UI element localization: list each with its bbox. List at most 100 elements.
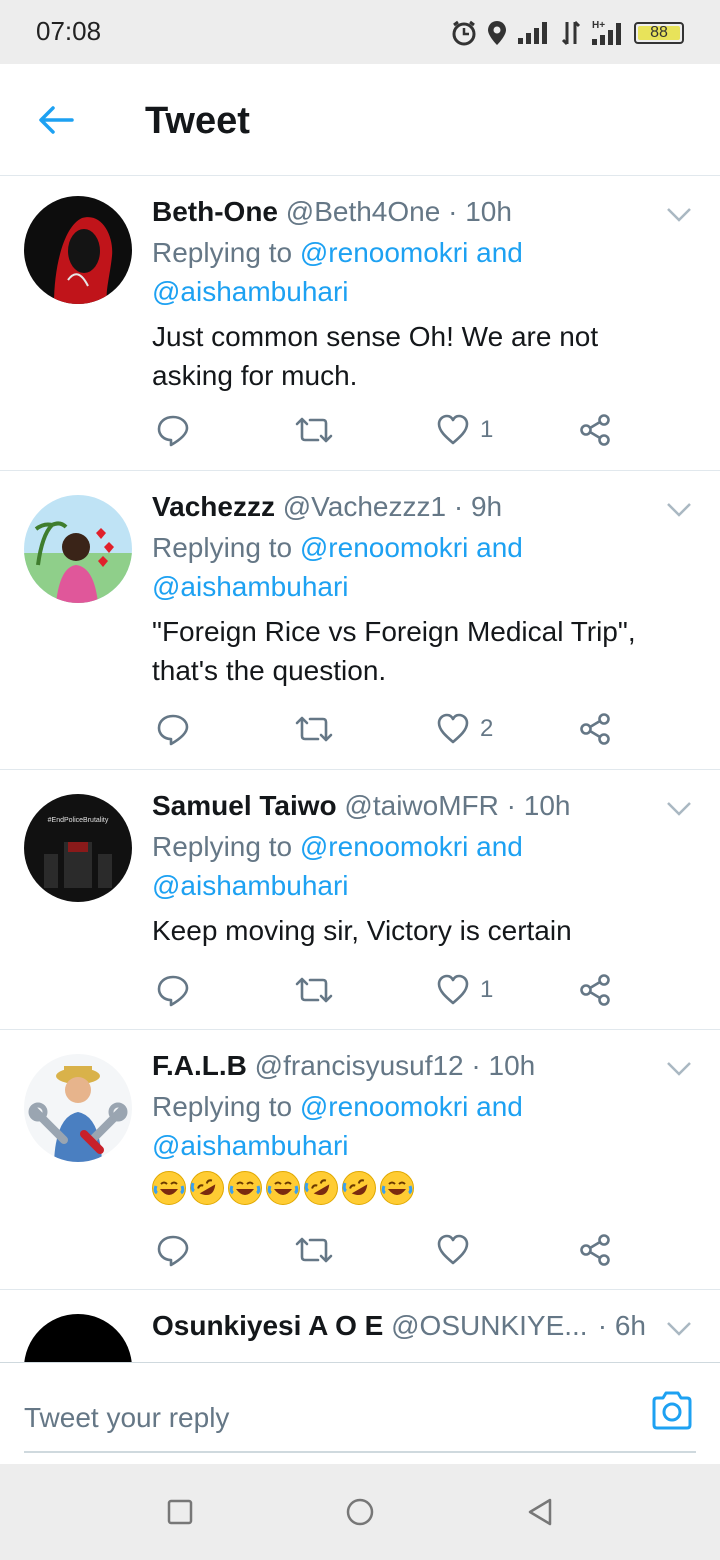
status-icons: H+ 88 <box>450 14 684 52</box>
retweet-button[interactable] <box>294 709 334 749</box>
chevron-down-icon[interactable] <box>664 798 694 820</box>
signal-hplus-icon: H+ <box>592 20 621 45</box>
reply-button[interactable] <box>156 1230 190 1270</box>
avatar[interactable] <box>24 196 132 304</box>
like-button[interactable]: 2 <box>436 709 493 749</box>
share-button[interactable] <box>578 410 612 450</box>
like-button[interactable]: 1 <box>436 410 493 450</box>
camera-icon[interactable] <box>650 1389 694 1431</box>
replying-to-label: Replying to <box>152 237 293 268</box>
replying-to-label: Replying to <box>152 532 293 563</box>
input-underline <box>24 1451 696 1453</box>
like-count: 1 <box>480 416 494 443</box>
tweet-text: Just common sense Oh! We are not asking … <box>152 321 599 391</box>
author-handle[interactable]: @OSUNKIYE... <box>391 1310 587 1341</box>
tweet-time: 9h <box>470 491 503 522</box>
author-name[interactable]: Osunkiyesi A O E <box>152 1310 383 1341</box>
author-handle[interactable]: @Beth4One <box>286 196 441 227</box>
chevron-down-icon[interactable] <box>664 1318 694 1340</box>
tweet-item[interactable]: Osunkiyesi A O E @OSUNKIYE... · 6h <box>0 1290 720 1362</box>
tweet-time: 10h <box>523 790 571 821</box>
avatar[interactable] <box>24 1054 132 1162</box>
nav-recents-icon[interactable] <box>162 1494 198 1530</box>
data-transfer-icon <box>561 20 581 46</box>
laughing-emoji-icon <box>152 1171 186 1205</box>
chevron-down-icon[interactable] <box>664 1058 694 1080</box>
reply-input[interactable] <box>24 1391 664 1445</box>
reply-button[interactable] <box>156 970 190 1010</box>
mention-link[interactable]: @renoomokri <box>300 532 468 563</box>
separator: · <box>453 491 464 522</box>
reply-button[interactable] <box>156 410 190 450</box>
chevron-down-icon[interactable] <box>664 499 694 521</box>
mention-link[interactable]: @renoomokri <box>300 1091 468 1122</box>
reply-composer <box>0 1362 720 1464</box>
mention-and[interactable]: and <box>476 237 523 268</box>
tweet-item[interactable]: #EndPoliceBrutality Samuel Taiwo @taiwoM… <box>0 770 720 1030</box>
tweet-item[interactable]: Beth-One @Beth4One · 10h Replying to @re… <box>0 176 720 471</box>
system-nav-bar <box>0 1464 720 1560</box>
tweet-time: 6h <box>614 1310 646 1341</box>
avatar[interactable] <box>24 495 132 603</box>
laughing-emoji-icon <box>266 1171 300 1205</box>
like-count: 1 <box>480 976 494 1003</box>
reply-icon <box>157 415 189 447</box>
separator: · <box>597 1310 608 1341</box>
tweet-time: 10h <box>488 1050 536 1081</box>
avatar[interactable]: #EndPoliceBrutality <box>24 794 132 902</box>
replying-to-label: Replying to <box>152 1091 293 1122</box>
replying-to: Replying to @renoomokri and @aishambuhar… <box>152 1087 680 1165</box>
mention-link[interactable]: @renoomokri <box>300 831 468 862</box>
retweet-button[interactable] <box>294 970 334 1010</box>
author-name[interactable]: F.A.L.B <box>152 1050 247 1081</box>
chevron-down-icon[interactable] <box>664 204 694 226</box>
reply-icon <box>157 975 189 1007</box>
tweet-text: "Foreign Rice vs Foreign Medical Trip", … <box>152 616 636 686</box>
tweet-emoji-text <box>152 1171 680 1205</box>
mention-and[interactable]: and <box>476 532 523 563</box>
author-handle[interactable]: @Vachezzz1 <box>283 491 446 522</box>
retweet-icon <box>295 977 333 1003</box>
like-icon <box>437 1234 469 1265</box>
tweet-actions: 1 <box>152 410 622 450</box>
share-button[interactable] <box>578 970 612 1010</box>
replying-to: Replying to @renoomokri and @aishambuhar… <box>152 827 680 905</box>
mention-and[interactable]: and <box>476 831 523 862</box>
tweet-item[interactable]: Vachezzz @Vachezzz1 · 9h Replying to @re… <box>0 471 720 770</box>
reply-icon <box>157 714 189 746</box>
separator: · <box>506 790 516 821</box>
like-icon <box>437 713 469 744</box>
avatar[interactable] <box>24 1314 132 1362</box>
back-arrow-icon <box>39 106 74 134</box>
mention-link[interactable]: @aishambuhari <box>152 870 349 901</box>
back-button[interactable] <box>30 98 82 142</box>
retweet-button[interactable] <box>294 410 334 450</box>
mention-link[interactable]: @aishambuhari <box>152 276 349 307</box>
author-handle[interactable]: @taiwoMFR <box>344 790 498 821</box>
mention-link[interactable]: @renoomokri <box>300 237 468 268</box>
author-name[interactable]: Samuel Taiwo <box>152 790 337 821</box>
page-title: Tweet <box>145 100 250 142</box>
avatar-caption: #EndPoliceBrutality <box>48 817 109 824</box>
share-icon <box>580 713 610 745</box>
tweet-item[interactable]: F.A.L.B @francisyusuf12 · 10h Replying t… <box>0 1030 720 1290</box>
like-button[interactable]: 1 <box>436 970 493 1010</box>
tweet-actions: 2 <box>152 709 622 749</box>
svg-text:H+: H+ <box>592 20 605 31</box>
mention-and[interactable]: and <box>476 1091 523 1122</box>
status-time: 07:08 <box>36 16 102 46</box>
author-handle[interactable]: @francisyusuf12 <box>255 1050 464 1081</box>
author-name[interactable]: Vachezzz <box>152 491 275 522</box>
share-button[interactable] <box>578 709 612 749</box>
reply-button[interactable] <box>156 709 190 749</box>
like-button[interactable] <box>436 1230 470 1270</box>
author-name[interactable]: Beth-One <box>152 196 278 227</box>
retweet-button[interactable] <box>294 1230 334 1270</box>
mention-link[interactable]: @aishambuhari <box>152 571 349 602</box>
like-icon <box>437 974 469 1005</box>
nav-home-icon[interactable] <box>342 1494 378 1530</box>
nav-back-icon[interactable] <box>522 1494 558 1530</box>
share-button[interactable] <box>578 1230 612 1270</box>
mention-link[interactable]: @aishambuhari <box>152 1130 349 1161</box>
app-header: Tweet <box>0 64 720 176</box>
